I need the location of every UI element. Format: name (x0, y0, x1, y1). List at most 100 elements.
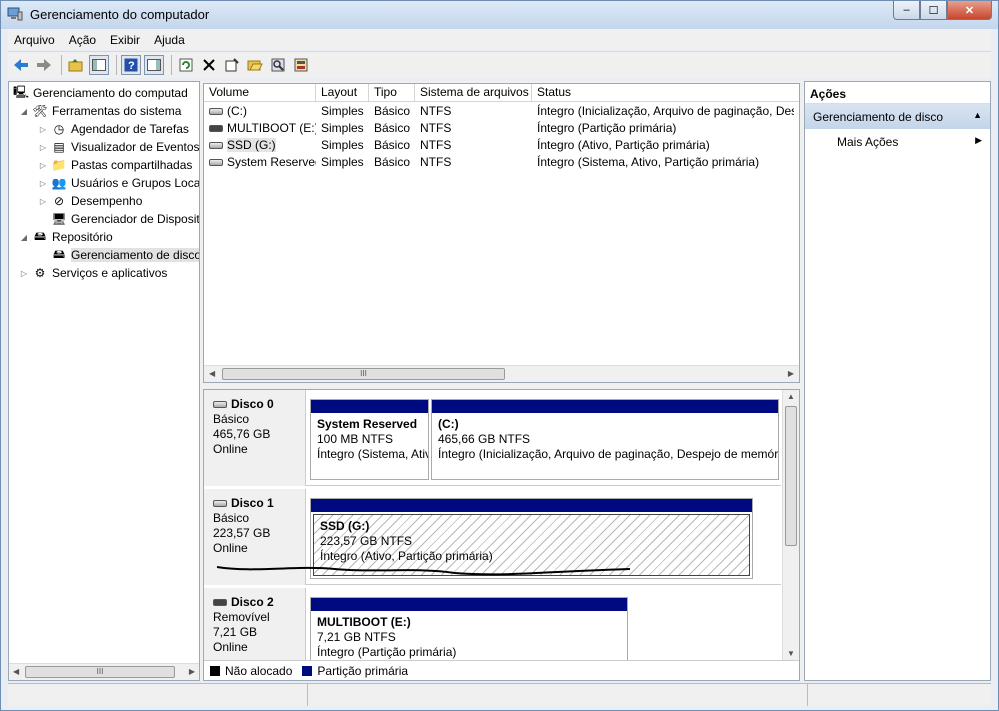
drive-icon (209, 159, 223, 167)
legend-swatch (210, 665, 220, 676)
column-file-system[interactable]: Sistema de arquivos (415, 84, 532, 102)
drive-icon (209, 142, 223, 150)
status-bar (8, 683, 991, 706)
disk-icon (213, 401, 227, 408)
tree-item-local-users[interactable]: ▷ 👥 Usuários e Grupos Loca (38, 174, 199, 192)
properties-icon[interactable] (222, 55, 242, 75)
app-window: Gerenciamento do computador ‒ ☐ ✕ Arquiv… (0, 0, 999, 711)
tree-item-device-manager[interactable]: 🖥 Gerenciador de Disposit (38, 210, 199, 228)
expand-arrow-icon[interactable]: ▷ (38, 197, 48, 206)
partition-system-reserved[interactable]: System Reserved 100 MB NTFS Íntegro (Sis… (310, 399, 429, 480)
expand-arrow-icon[interactable]: ▷ (19, 269, 29, 278)
disk-info-0[interactable]: Disco 0 Básico 465,76 GB Online (204, 390, 306, 486)
disk-info-1[interactable]: Disco 1 Básico 223,57 GB Online (204, 489, 306, 585)
usb-drive-icon (213, 599, 227, 606)
delete-icon[interactable] (199, 55, 219, 75)
collapse-arrow-icon[interactable]: ◢ (19, 233, 29, 242)
volume-list-header: Volume Layout Tipo Sistema de arquivos S… (204, 84, 799, 102)
disk-map-vertical-scrollbar[interactable]: ▲ ▼ (782, 390, 799, 660)
actions-pane: Ações Gerenciamento de disco ▲ Mais Açõe… (804, 81, 991, 681)
scroll-right-icon[interactable]: ▶ (788, 369, 794, 378)
refresh-icon[interactable] (176, 55, 196, 75)
more-actions-item[interactable]: Mais Ações ▶ (805, 129, 990, 151)
help-icon[interactable]: ? (121, 55, 141, 75)
disk-settings-icon[interactable] (291, 55, 311, 75)
partition-bar (311, 598, 627, 611)
actions-title: Ações (805, 82, 990, 104)
scroll-thumb[interactable] (785, 406, 797, 546)
forward-icon[interactable] (34, 55, 54, 75)
column-tipo[interactable]: Tipo (369, 84, 415, 102)
scroll-right-icon[interactable]: ▶ (189, 667, 195, 676)
column-status[interactable]: Status (532, 84, 799, 102)
tree-item-storage[interactable]: ◢ 🖴 Repositório (19, 228, 113, 246)
partition-bar (432, 400, 778, 413)
menu-exibir[interactable]: Exibir (104, 33, 146, 47)
table-row[interactable]: System Reserved Simples Básico NTFS Ínte… (204, 154, 799, 171)
tree-item-computer-management[interactable]: 🖳 Gerenciamento do computad (13, 84, 188, 102)
menu-bar: Arquivo Ação Exibir Ajuda (8, 29, 991, 50)
expand-arrow-icon[interactable]: ▷ (38, 161, 48, 170)
status-segment (808, 684, 991, 706)
tree-item-system-tools[interactable]: ◢ 🛠 Ferramentas do sistema (19, 102, 181, 120)
scroll-left-icon[interactable]: ◀ (13, 667, 19, 676)
tree-item-services-apps[interactable]: ▷ ⚙ Serviços e aplicativos (19, 264, 167, 282)
tree-item-event-viewer[interactable]: ▷ ▤ Visualizador de Eventos (38, 138, 199, 156)
disk-row-0[interactable]: Disco 0 Básico 465,76 GB Online System R… (204, 390, 781, 486)
show-hide-action-pane-icon[interactable] (144, 55, 164, 75)
computer-management-icon (7, 7, 23, 21)
menu-ajuda[interactable]: Ajuda (148, 33, 191, 47)
close-button[interactable]: ✕ (947, 1, 992, 20)
table-row[interactable]: MULTIBOOT (E:) Simples Básico NTFS Ínteg… (204, 120, 799, 137)
show-hide-tree-icon[interactable] (89, 55, 109, 75)
open-folder-icon[interactable] (245, 55, 265, 75)
title-bar: Gerenciamento do computador ‒ ☐ ✕ (1, 1, 998, 29)
expand-arrow-icon[interactable]: ▷ (38, 143, 48, 152)
event-viewer-icon: ▤ (53, 140, 65, 154)
window-controls: ‒ ☐ ✕ (893, 1, 992, 20)
toolbar: ? (8, 51, 991, 78)
up-folder-icon[interactable] (66, 55, 86, 75)
partition-c[interactable]: (C:) 465,66 GB NTFS Íntegro (Inicializaç… (431, 399, 779, 480)
services-icon: ⚙ (34, 266, 46, 280)
back-icon[interactable] (11, 55, 31, 75)
center-pane: Volume Layout Tipo Sistema de arquivos S… (203, 81, 800, 681)
partition-bar (311, 499, 752, 512)
collapse-arrow-icon[interactable]: ◢ (19, 107, 29, 116)
volume-horizontal-scrollbar[interactable]: ◀ III ▶ (204, 365, 799, 382)
maximize-button[interactable]: ☐ (920, 1, 947, 20)
column-layout[interactable]: Layout (316, 84, 369, 102)
search-icon[interactable] (268, 55, 288, 75)
tree-item-shared-folders[interactable]: ▷ 📁 Pastas compartilhadas (38, 156, 192, 174)
usb-drive-icon (209, 125, 223, 133)
scroll-thumb[interactable]: III (25, 666, 175, 678)
volume-list: Volume Layout Tipo Sistema de arquivos S… (203, 83, 800, 383)
tree-item-task-scheduler[interactable]: ▷ ◷ Agendador de Tarefas (38, 120, 189, 138)
table-row[interactable]: SSD (G:) Simples Básico NTFS Íntegro (At… (204, 137, 799, 154)
menu-arquivo[interactable]: Arquivo (8, 33, 61, 47)
menu-acao[interactable]: Ação (63, 33, 102, 47)
legend-swatch (302, 665, 313, 676)
scroll-down-icon[interactable]: ▼ (787, 649, 795, 658)
users-icon: 👥 (51, 176, 67, 190)
toolbar-separator (171, 55, 172, 75)
scroll-thumb[interactable]: III (222, 368, 505, 380)
collapse-up-icon[interactable]: ▲ (973, 110, 982, 120)
expand-arrow-icon[interactable]: ▷ (38, 179, 48, 188)
storage-icon: 🖴 (33, 228, 47, 243)
tree-item-disk-management[interactable]: 🖴 Gerenciamento de disco (38, 246, 199, 264)
tree-item-performance[interactable]: ▷ ⊘ Desempenho (38, 192, 142, 210)
expand-arrow-icon[interactable]: ▷ (38, 125, 48, 134)
disk-row-1[interactable]: Disco 1 Básico 223,57 GB Online SSD (G:)… (204, 489, 781, 585)
partition-bar (311, 400, 428, 413)
table-row[interactable]: (C:) Simples Básico NTFS Íntegro (Inicia… (204, 103, 799, 120)
svg-text:?: ? (128, 60, 135, 72)
scroll-left-icon[interactable]: ◀ (209, 369, 215, 378)
column-volume[interactable]: Volume (204, 84, 316, 102)
partition-ssd-g[interactable]: SSD (G:) 223,57 GB NTFS Íntegro (Ativo, … (310, 498, 753, 579)
actions-section-disk-management[interactable]: Gerenciamento de disco ▲ (805, 104, 990, 129)
minimize-button[interactable]: ‒ (893, 1, 920, 20)
scroll-up-icon[interactable]: ▲ (787, 392, 795, 401)
toolbar-separator (116, 55, 117, 75)
tree-horizontal-scrollbar[interactable]: ◀ III ▶ (9, 663, 199, 680)
